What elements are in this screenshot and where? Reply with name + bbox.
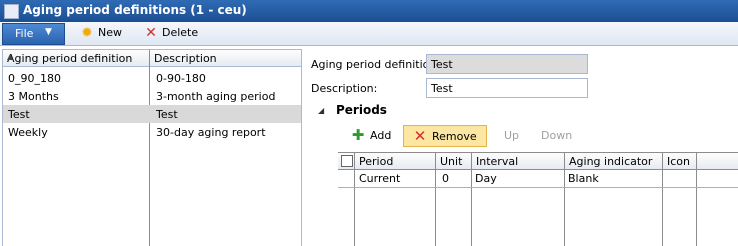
collapse-triangle-icon: ◢ — [318, 106, 325, 115]
file-label: File — [15, 27, 34, 40]
description-label: Description: — [311, 82, 378, 95]
definition-label: Aging period definition: — [311, 58, 441, 71]
delete-button[interactable]: ✕ Delete — [143, 25, 203, 42]
periods-grid: Period Unit Interval Aging indicator Ico… — [338, 152, 738, 246]
window-title: Aging period definitions (1 - ceu) — [23, 3, 247, 17]
green-plus-icon: ✚ — [351, 126, 365, 144]
cell-unit[interactable]: 0 — [442, 172, 449, 185]
file-menu-button[interactable]: File ▼ — [2, 23, 65, 45]
column-header-aging-period-definition[interactable]: Aging period definition ▲ — [3, 50, 149, 67]
cell-interval[interactable]: Day — [475, 172, 497, 185]
delete-icon: ✕ — [145, 25, 157, 41]
title-bar: Aging period definitions (1 - ceu) — [0, 0, 738, 22]
column-header-icon[interactable]: Icon — [663, 153, 696, 170]
sun-icon: ✹ — [81, 25, 93, 41]
add-label: Add — [370, 129, 392, 142]
chevron-down-icon: ▼ — [45, 27, 52, 37]
up-button[interactable]: Up — [484, 125, 519, 147]
new-button[interactable]: ✹ New — [79, 25, 129, 42]
definition-field[interactable]: Test — [426, 54, 588, 74]
red-x-icon: ✕ — [413, 127, 427, 145]
sort-ascending-icon: ▲ — [7, 52, 14, 61]
list-row-selected[interactable]: Test Test — [3, 105, 301, 123]
select-all-checkbox[interactable] — [341, 155, 353, 167]
column-header-unit[interactable]: Unit — [436, 153, 471, 170]
column-header-interval[interactable]: Interval — [472, 153, 564, 170]
column-divider — [564, 153, 565, 246]
column-divider — [354, 153, 355, 246]
column-header-aging-indicator[interactable]: Aging indicator — [565, 153, 662, 170]
cell-aging-indicator[interactable]: Blank — [568, 172, 599, 185]
down-button[interactable]: Down — [521, 125, 572, 147]
delete-label: Delete — [162, 26, 199, 39]
select-all-header[interactable] — [338, 153, 354, 170]
column-divider — [471, 153, 472, 246]
column-divider — [696, 153, 697, 246]
remove-button[interactable]: ✕ Remove — [403, 125, 487, 147]
row-separator — [338, 187, 738, 188]
column-header-period[interactable]: Period — [355, 153, 435, 170]
column-divider — [662, 153, 663, 246]
list-row[interactable]: 0_90_180 0-90-180 — [3, 69, 301, 87]
add-button[interactable]: ✚ Add — [350, 125, 396, 147]
down-label: Down — [541, 129, 573, 142]
periods-title: Periods — [336, 103, 387, 117]
app-icon — [4, 4, 19, 19]
new-label: New — [98, 26, 122, 39]
description-field[interactable]: Test — [426, 78, 588, 98]
aging-definitions-list: Aging period definition ▲ Description 0_… — [2, 49, 302, 246]
remove-label: Remove — [432, 130, 477, 143]
list-row[interactable]: 3 Months 3-month aging period — [3, 87, 301, 105]
list-row[interactable]: Weekly 30-day aging report — [3, 123, 301, 141]
action-toolbar: File ▼ ✹ New ✕ Delete — [0, 22, 738, 46]
up-label: Up — [504, 129, 520, 142]
cell-period[interactable]: Current — [359, 172, 400, 185]
column-header-filler — [697, 153, 738, 170]
column-header-description[interactable]: Description — [150, 50, 301, 67]
column-divider — [435, 153, 436, 246]
